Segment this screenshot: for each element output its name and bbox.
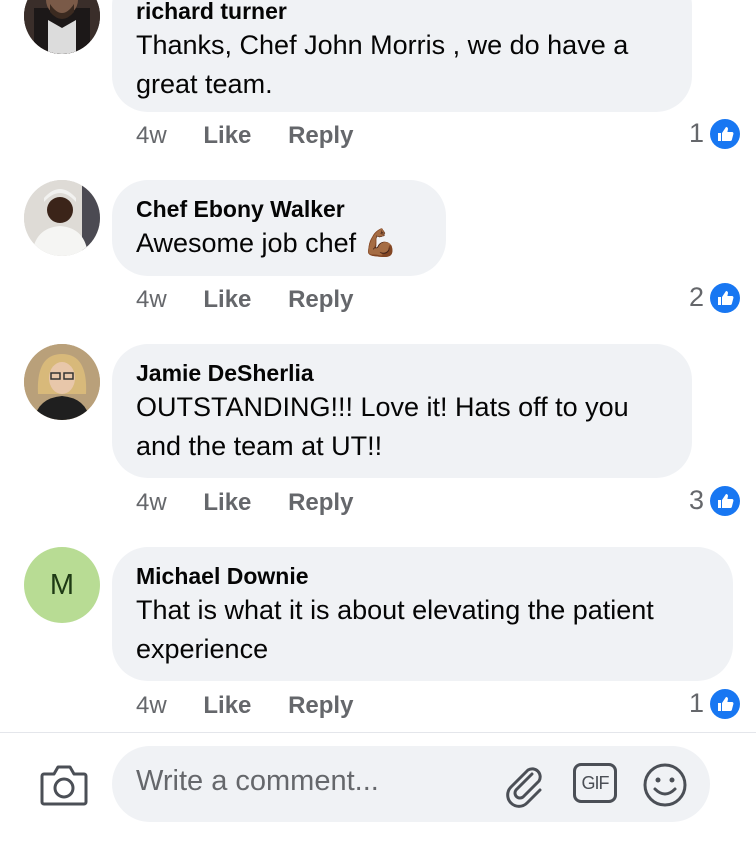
comment-meta: 4w Like Reply [136, 122, 383, 150]
comment-bubble: richard turner Thanks, Chef John Morris … [112, 0, 692, 112]
gif-button[interactable]: GIF [573, 763, 617, 803]
comment-author[interactable]: richard turner [136, 0, 668, 26]
thumbs-up-icon [710, 118, 740, 149]
reaction-summary[interactable]: 1 [689, 688, 740, 719]
comment-bubble: Jamie DeSherlia OUTSTANDING!!! Love it! … [112, 344, 692, 478]
comment-time[interactable]: 4w [136, 122, 167, 149]
smiley-icon[interactable] [642, 762, 688, 813]
reaction-count: 1 [688, 688, 704, 718]
reply-button[interactable]: Reply [288, 122, 353, 149]
thumbs-up-icon [710, 282, 740, 313]
avatar[interactable]: M [24, 547, 100, 623]
reaction-count: 2 [688, 282, 704, 312]
like-button[interactable]: Like [203, 489, 251, 516]
comment-time[interactable]: 4w [136, 692, 167, 719]
like-button[interactable]: Like [203, 286, 251, 313]
reaction-count: 1 [688, 118, 704, 148]
avatar[interactable] [24, 0, 100, 54]
paperclip-icon[interactable] [502, 762, 548, 813]
comment-text: Awesome job chef 💪🏾 [136, 228, 398, 258]
reply-button[interactable]: Reply [288, 489, 353, 516]
thumbs-up-icon [710, 485, 740, 516]
comment-text: That is what it is about elevating the p… [136, 595, 654, 664]
comment-text: Thanks, Chef John Morris , we do have a … [136, 30, 629, 99]
thumbs-up-icon [710, 688, 740, 719]
comment-time[interactable]: 4w [136, 489, 167, 516]
comment-author[interactable]: Michael Downie [136, 561, 709, 591]
comment-author[interactable]: Jamie DeSherlia [136, 358, 668, 388]
comment-bubble: Michael Downie That is what it is about … [112, 547, 733, 681]
reaction-summary[interactable]: 1 [689, 118, 740, 149]
like-button[interactable]: Like [203, 122, 251, 149]
comment-text: OUTSTANDING!!! Love it! Hats off to you … [136, 392, 629, 461]
comment-meta: 4w Like Reply [136, 489, 383, 517]
reaction-summary[interactable]: 2 [689, 282, 740, 313]
comment-author[interactable]: Chef Ebony Walker [136, 194, 422, 224]
comment-meta: 4w Like Reply [136, 692, 383, 720]
gif-label: GIF [581, 772, 610, 793]
camera-icon[interactable] [40, 762, 88, 811]
like-button[interactable]: Like [203, 692, 251, 719]
comment-bubble: Chef Ebony Walker Awesome job chef 💪🏾 [112, 180, 446, 276]
comment-input[interactable]: Write a comment... GIF [112, 746, 710, 822]
reaction-count: 3 [688, 485, 704, 515]
avatar[interactable] [24, 180, 100, 256]
reply-button[interactable]: Reply [288, 286, 353, 313]
comment-input-placeholder: Write a comment... [136, 765, 379, 797]
avatar[interactable] [24, 344, 100, 420]
reply-button[interactable]: Reply [288, 692, 353, 719]
avatar-initial: M [49, 568, 75, 601]
comment-time[interactable]: 4w [136, 286, 167, 313]
reaction-summary[interactable]: 3 [689, 485, 740, 516]
comment-meta: 4w Like Reply [136, 286, 383, 314]
